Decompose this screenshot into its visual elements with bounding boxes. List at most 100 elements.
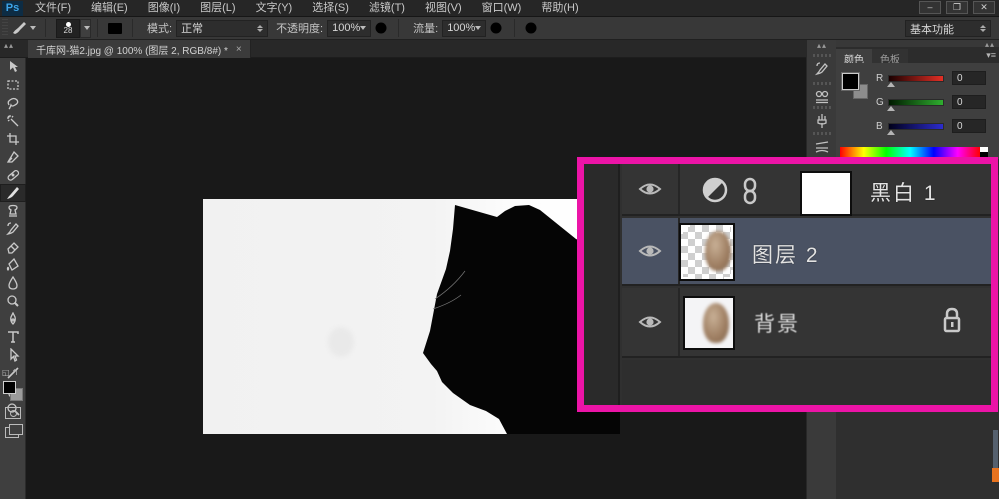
layer-thumbnail[interactable] (679, 223, 735, 281)
eyedropper-tool[interactable] (0, 148, 26, 166)
document-canvas[interactable] (203, 199, 620, 434)
lasso-tool[interactable] (0, 94, 26, 112)
color-spectrum-bar[interactable] (840, 147, 980, 157)
dodge-tool[interactable] (0, 292, 26, 310)
pressure-size-icon[interactable] (521, 18, 542, 38)
green-slider[interactable] (888, 99, 944, 106)
healing-brush-tool[interactable] (0, 166, 26, 184)
brush-tool-icon[interactable] (8, 18, 39, 38)
panel-foreground-swatch[interactable] (842, 73, 859, 90)
tab-swatches[interactable]: 色板 (872, 49, 908, 63)
tab-close-icon[interactable]: × (236, 44, 242, 55)
visibility-eye-icon[interactable] (638, 313, 662, 331)
paint-bucket-tool[interactable] (0, 256, 26, 274)
menu-view[interactable]: 视图(V) (415, 0, 472, 17)
document-tab[interactable]: 千库网-猫2.jpg @ 100% (图层 2, RGB/8#) * × (28, 40, 251, 58)
marquee-tool[interactable] (0, 76, 26, 94)
minimize-button[interactable]: – (919, 1, 941, 14)
panel-menu-icon[interactable]: ▾≡ (986, 50, 996, 61)
menu-edit[interactable]: 编辑(E) (81, 0, 138, 17)
magic-wand-tool[interactable] (0, 112, 26, 130)
visibility-eye-icon[interactable] (638, 242, 662, 260)
layer-thumbnail[interactable] (683, 296, 735, 350)
red-value[interactable]: 0 (952, 71, 986, 85)
brush-size-value: 28 (64, 27, 73, 35)
layer-name[interactable]: 黑白 1 (870, 177, 938, 207)
green-slider-row: G 0 (876, 95, 986, 109)
brush-picker-arrow[interactable] (80, 19, 91, 38)
layer-name[interactable]: 背景 (754, 308, 800, 338)
menu-window[interactable]: 窗口(W) (472, 0, 532, 17)
updown-arrows-icon (249, 25, 263, 32)
menu-type[interactable]: 文字(Y) (246, 0, 303, 17)
green-value[interactable]: 0 (952, 95, 986, 109)
flow-select[interactable]: 100% (442, 20, 486, 37)
color-panel-tabs: 颜色 色板 ▾≡ (836, 47, 999, 63)
dock-collapse-icon[interactable]: ▴▴ (817, 41, 827, 50)
opacity-select[interactable]: 100% (327, 20, 371, 37)
path-select-tool[interactable] (0, 346, 26, 364)
blue-slider[interactable] (888, 123, 944, 130)
opacity-value: 100% (332, 22, 360, 34)
eraser-tool[interactable] (0, 238, 26, 256)
menu-help[interactable]: 帮助(H) (531, 0, 588, 17)
airbrush-icon[interactable] (486, 18, 508, 38)
workspace-select[interactable]: 基本功能 (905, 20, 991, 37)
swap-colors-icon[interactable]: ◱ ↰ (2, 368, 18, 377)
adjustment-panel-icon[interactable] (810, 86, 834, 108)
tool-preset-panel-icon[interactable] (810, 136, 834, 158)
menu-bar: Ps 文件(F) 编辑(E) 图像(I) 图层(L) 文字(Y) 选择(S) 滤… (0, 0, 999, 17)
blend-mode-value: 正常 (181, 20, 203, 36)
menu-layer[interactable]: 图层(L) (190, 0, 245, 17)
photoshop-window: Ps 文件(F) 编辑(E) 图像(I) 图层(L) 文字(Y) 选择(S) 滤… (0, 0, 999, 499)
toolbar-collapse-icon[interactable]: ▴▴ (4, 41, 14, 50)
mask-link-icon[interactable] (740, 177, 760, 208)
layer-name[interactable]: 图层 2 (752, 239, 820, 269)
red-slider-row: R 0 (876, 71, 986, 85)
ps-logo: Ps (2, 1, 23, 16)
history-panel-icon[interactable] (810, 58, 834, 80)
brush-preset-picker[interactable]: 28 (56, 19, 80, 38)
menu-filter[interactable]: 滤镜(T) (359, 0, 415, 17)
layer-row-blackwhite[interactable]: 黑白 1 (622, 164, 991, 216)
pressure-opacity-icon[interactable] (371, 18, 392, 38)
red-slider[interactable] (888, 75, 944, 82)
opacity-label: 不透明度: (276, 20, 323, 36)
blue-slider-row: B 0 (876, 119, 986, 133)
move-tool[interactable] (0, 58, 26, 76)
toggle-brush-panel-icon[interactable] (104, 18, 126, 38)
screen-mode-icon[interactable] (5, 427, 19, 438)
workspace-value: 基本功能 (910, 21, 954, 37)
blue-value[interactable]: 0 (952, 119, 986, 133)
layer-mask-thumbnail[interactable] (800, 171, 852, 216)
layers-empty-area (622, 360, 991, 405)
brush-panel-icon[interactable] (810, 110, 834, 132)
close-button[interactable]: ✕ (973, 1, 995, 14)
type-tool[interactable] (0, 328, 26, 346)
layer-row-layer2[interactable]: 图层 2 (622, 218, 991, 286)
crop-tool[interactable] (0, 130, 26, 148)
layer-row-background[interactable]: 背景 (622, 288, 991, 358)
pen-tool[interactable] (0, 310, 26, 328)
quick-mask-icon[interactable] (5, 407, 21, 419)
updown-arrows-icon (972, 25, 986, 32)
layers-panel-lower-area (836, 412, 999, 499)
menu-image[interactable]: 图像(I) (138, 0, 190, 17)
tab-color[interactable]: 颜色 (836, 49, 872, 63)
chevron-down-icon (30, 26, 36, 30)
history-brush-tool[interactable] (0, 220, 26, 238)
foreground-color-swatch[interactable] (3, 381, 16, 394)
restore-button[interactable]: ❐ (946, 1, 968, 14)
brush-tool[interactable] (0, 184, 26, 202)
layers-panel-zoom-overlay: 黑白 1 图层 2 (577, 157, 998, 412)
clone-stamp-tool[interactable] (0, 202, 26, 220)
blur-tool[interactable] (0, 274, 26, 292)
blend-mode-select[interactable]: 正常 (176, 20, 268, 37)
scrollbar-fragment[interactable] (993, 430, 998, 470)
color-panel: R 0 G 0 B 0 (836, 63, 999, 159)
menu-select[interactable]: 选择(S) (302, 0, 359, 17)
options-bar-grip[interactable] (2, 19, 8, 37)
menu-file[interactable]: 文件(F) (25, 0, 81, 17)
visibility-eye-icon[interactable] (638, 180, 662, 198)
panel-color-swatches (842, 73, 868, 99)
